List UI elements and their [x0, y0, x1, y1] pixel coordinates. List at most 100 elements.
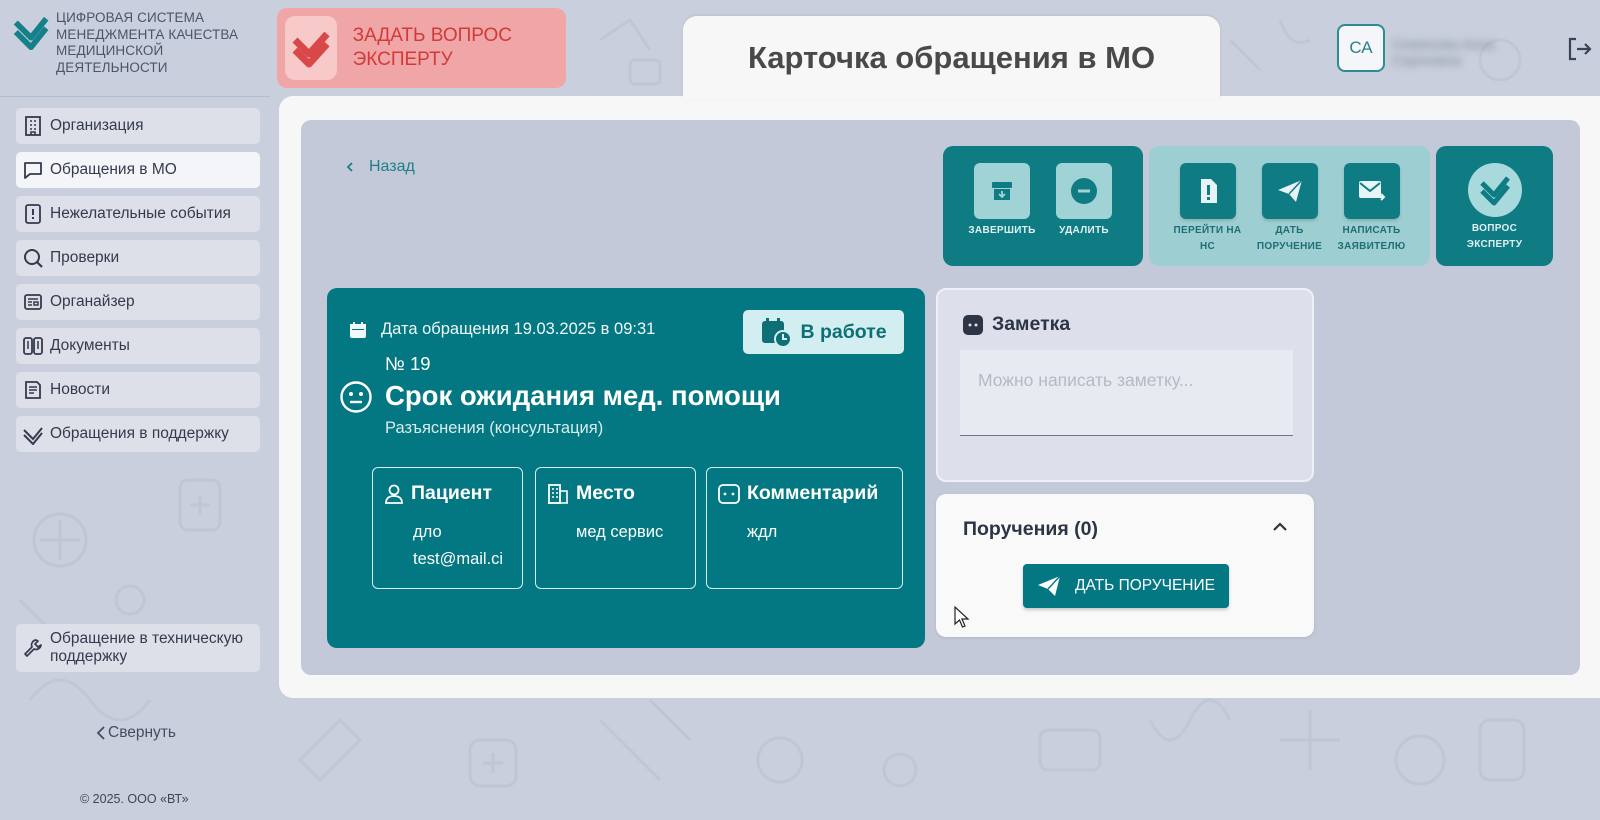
place-label: Место: [576, 482, 635, 504]
sidebar-item-label: Обращения в МО: [50, 161, 177, 178]
chevron-left-icon: [346, 162, 353, 172]
book-alert-icon: [25, 204, 41, 224]
sidebar-item-support-appeals[interactable]: Обращения в поддержку: [16, 416, 260, 452]
tasks-panel: Поручения (0) ДАТЬ ПОРУЧЕНИЕ: [936, 494, 1314, 637]
note-icon: [963, 314, 983, 335]
sidebar-item-label: Организация: [50, 117, 144, 134]
building-icon: [548, 483, 568, 504]
expert-check-icon: [285, 16, 337, 80]
chevron-left-icon: [96, 726, 105, 740]
expert-check-icon: [1467, 163, 1522, 217]
expert-question-label: ВОПРОС ЭКСПЕРТУ: [1466, 223, 1523, 250]
sidebar-item-documents[interactable]: Документы: [16, 328, 260, 364]
collapse-label: Свернуть: [108, 724, 176, 741]
chevron-up-icon[interactable]: [1272, 520, 1288, 534]
back-link[interactable]: Назад: [345, 158, 415, 176]
case-number: № 19: [385, 353, 431, 374]
case-date-row: Дата обращения 19.03.2025 в 09:31: [349, 320, 655, 339]
copyright: © 2025. ООО «ВТ»: [80, 792, 189, 806]
sidebar-item-organizer[interactable]: Органайзер: [16, 284, 260, 320]
case-date: Дата обращения 19.03.2025 в 09:31: [381, 320, 656, 338]
mail-forward-icon: [1343, 163, 1400, 219]
note-title: Заметка: [992, 313, 1071, 335]
send-icon: [1261, 163, 1318, 219]
note-input[interactable]: Можно написать заметку...: [960, 350, 1293, 436]
give-task-action-label: ДАТЬ ПОРУЧЕНИЕ: [1256, 225, 1323, 252]
action-group-expert: ВОПРОС ЭКСПЕРТУ: [1436, 146, 1553, 266]
ask-expert-label: ЗАДАТЬ ВОПРОС ЭКСПЕРТУ: [352, 25, 513, 70]
building-icon: [25, 116, 41, 136]
case-subtitle: Разъяснения (консультация): [385, 419, 604, 437]
sidebar-item-label: Нежелательные события: [50, 205, 231, 222]
app-logo[interactable]: ЦИФРОВАЯ СИСТЕМА МЕНЕДЖМЕНТА КАЧЕСТВА МЕ…: [12, 10, 262, 80]
organizer-icon: [24, 294, 42, 310]
action-group-secondary: ПЕРЕЙТИ НА НС ДАТЬ ПОРУЧЕНИЕ НАПИСАТЬ ЗА…: [1149, 146, 1430, 266]
calendar-clock-icon: [762, 318, 793, 348]
sidebar-item-appeals-mo[interactable]: Обращения в МО: [16, 152, 260, 188]
archive-icon: [974, 163, 1030, 219]
comment-icon: [718, 483, 740, 504]
avatar[interactable]: СА: [1337, 24, 1385, 72]
sidebar-item-label: Документы: [50, 337, 130, 354]
chat-icon: [24, 162, 42, 179]
action-group-primary: ЗАВЕРШИТЬ УДАЛИТЬ: [943, 146, 1143, 266]
patient-label: Пациент: [411, 482, 493, 504]
delete-button[interactable]: УДАЛИТЬ: [1043, 163, 1125, 266]
tech-support-label: Обращение в техническую поддержку: [50, 630, 244, 665]
comment-box: Комментарий ждл: [706, 467, 903, 589]
status-badge: В работе: [743, 310, 904, 354]
case-card: Дата обращения 19.03.2025 в 09:31 В рабо…: [327, 288, 925, 648]
expert-question-button[interactable]: ВОПРОС ЭКСПЕРТУ: [1454, 163, 1536, 266]
place-box: Место мед сервис: [535, 467, 696, 589]
back-label: Назад: [369, 158, 415, 175]
sidebar-item-inspections[interactable]: Проверки: [16, 240, 260, 276]
calendar-icon: [350, 321, 366, 338]
logo-text: ЦИФРОВАЯ СИСТЕМА МЕНЕДЖМЕНТА КАЧЕСТВА МЕ…: [56, 10, 239, 75]
patient-email: test@mail.ci: [413, 550, 504, 568]
mouse-cursor-icon: [954, 606, 970, 628]
news-icon: [25, 381, 41, 399]
sidebar-nav: Организация Обращения в МО Нежелательные…: [16, 108, 260, 460]
write-applicant-label: НАПИСАТЬ ЗАЯВИТЕЛЮ: [1337, 225, 1406, 252]
comment-label: Комментарий: [747, 482, 879, 504]
page-title: Карточка обращения в МО: [747, 40, 1156, 75]
search-icon: [24, 249, 43, 268]
patient-name: дло: [413, 523, 442, 541]
user-name: Семенова Анна Сергеевна: [1392, 36, 1495, 68]
neutral-face-icon: [340, 381, 372, 413]
tasks-title: Поручения (0): [963, 518, 1098, 540]
give-task-button[interactable]: ДАТЬ ПОРУЧЕНИЕ: [1023, 564, 1229, 608]
sidebar-item-label: Проверки: [50, 249, 120, 266]
sidebar-item-label: Органайзер: [50, 293, 135, 310]
sidebar-item-adverse-events[interactable]: Нежелательные события: [16, 196, 260, 232]
alert-document-icon: [1179, 163, 1236, 219]
tech-support-button[interactable]: Обращение в техническую поддержку: [16, 624, 260, 672]
write-applicant-button[interactable]: НАПИСАТЬ ЗАЯВИТЕЛЮ: [1331, 163, 1413, 266]
logout-icon[interactable]: [1564, 34, 1594, 64]
case-title: Срок ожидания мед. помощи: [385, 380, 781, 411]
ask-expert-banner-button[interactable]: ЗАДАТЬ ВОПРОС ЭКСПЕРТУ: [277, 8, 566, 88]
complete-label: ЗАВЕРШИТЬ: [968, 225, 1036, 236]
support-check-icon: [23, 427, 43, 445]
logo-check-icon: [13, 16, 49, 51]
send-icon: [1038, 575, 1061, 596]
sidebar-item-label: Новости: [50, 381, 111, 398]
give-task-label: ДАТЬ ПОРУЧЕНИЕ: [1075, 577, 1215, 594]
go-to-ns-button[interactable]: ПЕРЕЙТИ НА НС: [1167, 163, 1249, 266]
sidebar-item-organization[interactable]: Организация: [16, 108, 260, 144]
person-icon: [385, 484, 403, 504]
sidebar-item-label: Обращения в поддержку: [50, 425, 229, 442]
patient-box: Пациент дло test@mail.ci: [372, 467, 523, 589]
note-panel: Заметка Можно написать заметку...: [936, 288, 1314, 482]
give-task-action-button[interactable]: ДАТЬ ПОРУЧЕНИЕ: [1249, 163, 1331, 266]
page-title-tab: Карточка обращения в МО: [683, 16, 1220, 100]
sidebar-divider: [0, 96, 270, 97]
place-value: мед сервис: [576, 523, 664, 541]
delete-label: УДАЛИТЬ: [1059, 225, 1109, 236]
minus-circle-icon: [1056, 163, 1112, 219]
complete-button[interactable]: ЗАВЕРШИТЬ: [961, 163, 1043, 266]
collapse-sidebar-button[interactable]: Свернуть: [94, 724, 176, 742]
sidebar-item-news[interactable]: Новости: [16, 372, 260, 408]
comment-value: ждл: [747, 523, 778, 541]
status-label: В работе: [800, 320, 887, 343]
